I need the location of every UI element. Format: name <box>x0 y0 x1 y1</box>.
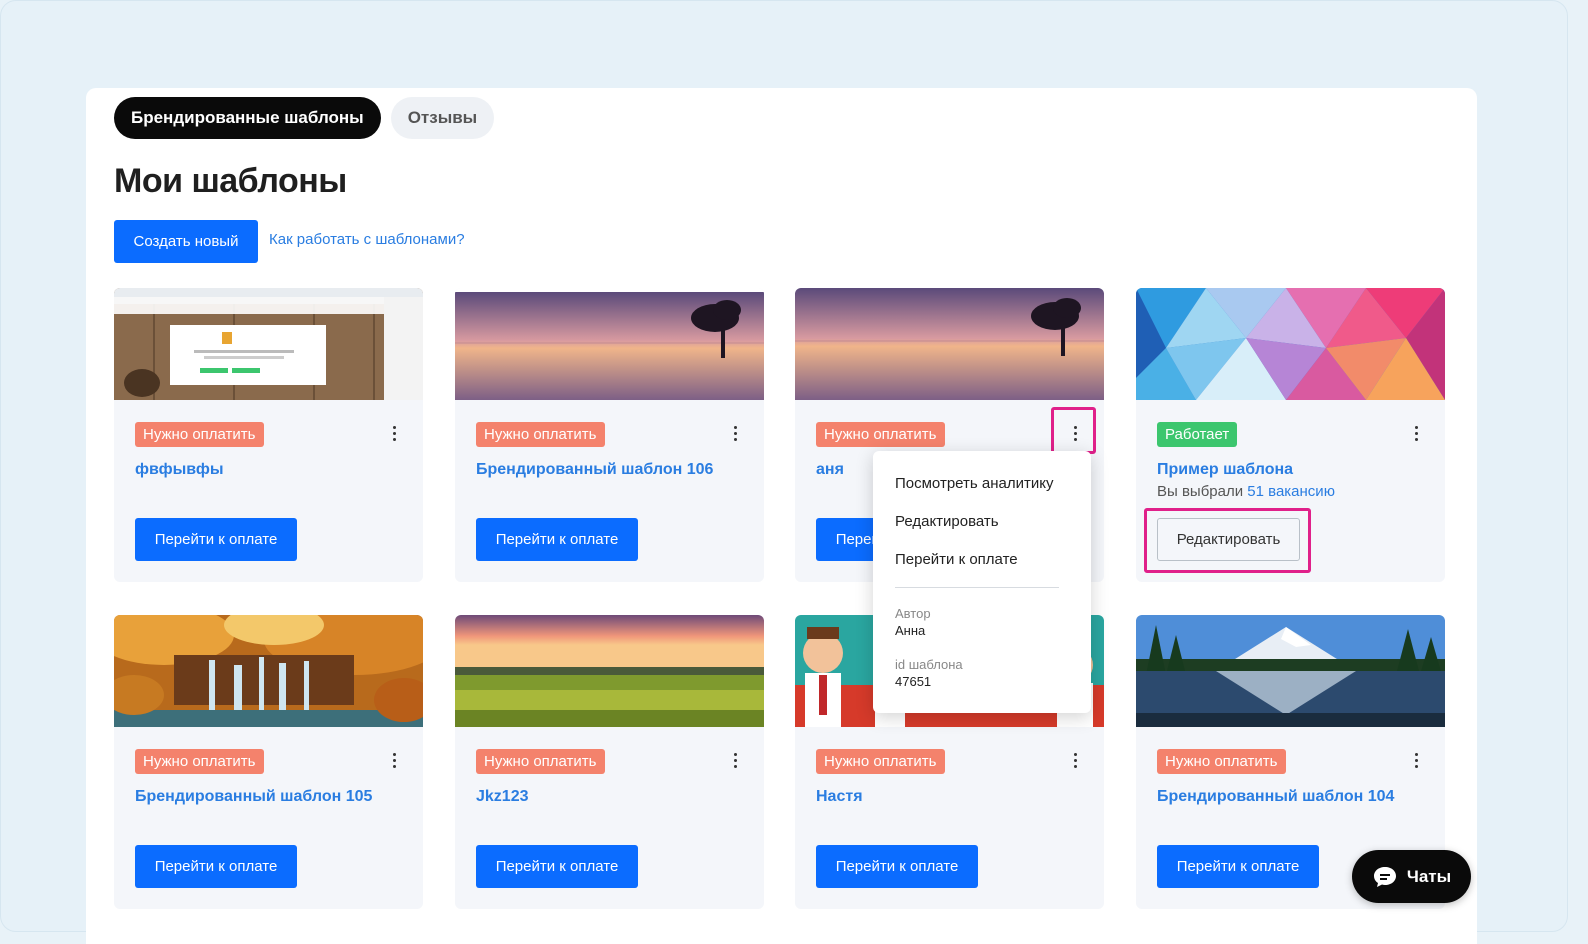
vacancies-prefix: Вы выбрали <box>1157 483 1244 500</box>
more-options-icon[interactable] <box>385 745 403 775</box>
go-to-payment-button[interactable]: Перейти к оплате <box>476 518 638 561</box>
template-card: Работает Пример шаблона Вы выбрали 51 ва… <box>1136 288 1445 582</box>
chat-bubble-icon <box>1373 866 1396 887</box>
edit-button[interactable]: Редактировать <box>1157 518 1300 561</box>
template-title[interactable]: аня <box>816 461 844 479</box>
more-options-icon[interactable] <box>1066 745 1084 775</box>
template-card: Нужно оплатить фвфывфы Перейти к оплате <box>114 288 423 582</box>
template-thumbnail <box>1136 615 1445 727</box>
status-badge: Нужно оплатить <box>476 749 605 774</box>
vacancies-link[interactable]: 51 вакансию <box>1247 483 1335 500</box>
template-title[interactable]: Брендированный шаблон 104 <box>1157 788 1394 806</box>
vacancies-info: Вы выбрали 51 вакансию <box>1157 483 1335 500</box>
chats-label: Чаты <box>1406 866 1452 886</box>
status-badge: Нужно оплатить <box>135 749 264 774</box>
template-thumbnail <box>114 615 423 727</box>
template-card: Нужно оплатить Брендированный шаблон 106… <box>455 288 764 582</box>
more-options-icon[interactable] <box>726 745 744 775</box>
more-options-icon[interactable] <box>1407 745 1425 775</box>
template-title[interactable]: фвфывфы <box>135 461 224 479</box>
context-menu: Посмотреть аналитику Редактировать Перей… <box>873 451 1091 713</box>
author-label: Автор <box>895 606 931 621</box>
menu-item-analytics[interactable]: Посмотреть аналитику <box>895 475 1053 492</box>
template-card: Нужно оплатить Брендированный шаблон 105… <box>114 615 423 909</box>
go-to-payment-button[interactable]: Перейти к оплате <box>476 845 638 888</box>
template-thumbnail <box>455 288 764 400</box>
template-id-value: 47651 <box>895 674 932 689</box>
status-badge: Нужно оплатить <box>1157 749 1286 774</box>
template-thumbnail <box>795 288 1104 400</box>
status-badge: Нужно оплатить <box>816 422 945 447</box>
template-title[interactable]: Настя <box>816 788 863 806</box>
author-value: Анна <box>895 623 926 638</box>
more-options-icon[interactable] <box>1407 418 1425 448</box>
go-to-payment-button[interactable]: Перейти к оплате <box>135 845 297 888</box>
template-thumbnail <box>114 288 423 400</box>
tab-reviews[interactable]: Отзывы <box>390 97 495 139</box>
go-to-payment-button[interactable]: Перейти к оплате <box>135 518 297 561</box>
template-title[interactable]: Брендированный шаблон 105 <box>135 788 372 806</box>
template-thumbnail <box>455 615 764 727</box>
template-card: Нужно оплатить Jkz123 Перейти к оплате <box>455 615 764 909</box>
go-to-payment-button[interactable]: Перейти к оплате <box>816 845 978 888</box>
template-title[interactable]: Jkz123 <box>476 788 529 806</box>
more-options-icon[interactable] <box>385 418 403 448</box>
more-options-icon[interactable] <box>726 418 744 448</box>
more-options-icon[interactable] <box>1066 418 1084 448</box>
go-to-payment-button[interactable]: Перейти к оплате <box>1157 845 1319 888</box>
status-badge: Нужно оплатить <box>816 749 945 774</box>
help-link[interactable]: Как работать с шаблонами? <box>269 231 465 248</box>
template-title[interactable]: Пример шаблона <box>1157 461 1293 479</box>
template-title[interactable]: Брендированный шаблон 106 <box>476 461 713 479</box>
menu-item-pay[interactable]: Перейти к оплате <box>895 551 1018 568</box>
page-title: Мои шаблоны <box>114 162 347 200</box>
menu-divider <box>895 587 1059 588</box>
chats-button[interactable]: Чаты <box>1352 850 1471 903</box>
tab-bar: Брендированные шаблоны Отзывы <box>114 97 495 139</box>
template-id-label: id шаблона <box>895 657 963 672</box>
create-new-button[interactable]: Создать новый <box>114 220 258 263</box>
tab-branded-templates[interactable]: Брендированные шаблоны <box>114 97 381 139</box>
status-badge: Нужно оплатить <box>476 422 605 447</box>
status-badge: Нужно оплатить <box>135 422 264 447</box>
status-badge: Работает <box>1157 422 1238 447</box>
menu-item-edit[interactable]: Редактировать <box>895 513 999 530</box>
template-thumbnail <box>1136 288 1445 400</box>
